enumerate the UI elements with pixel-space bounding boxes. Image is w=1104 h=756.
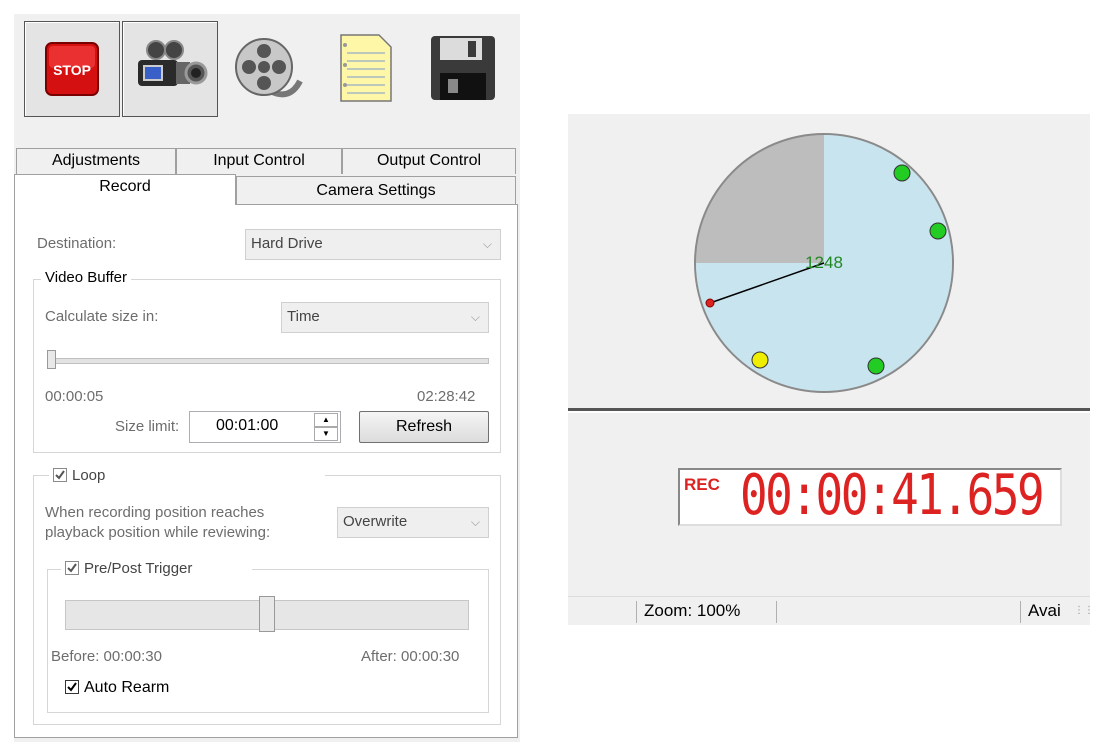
- auto-rearm-checkbox[interactable]: [65, 680, 79, 694]
- status-separator: [1020, 601, 1021, 623]
- tab-adjustments[interactable]: Adjustments: [16, 148, 176, 174]
- notes-button[interactable]: [318, 21, 412, 115]
- checkmark-icon: [67, 682, 77, 692]
- resize-grip-icon[interactable]: ⋮⋮: [1074, 605, 1094, 616]
- spin-up-button[interactable]: ▲: [314, 413, 338, 427]
- loop-checkbox[interactable]: [53, 468, 67, 482]
- trigger-before-label: Before: 00:00:30: [51, 648, 162, 665]
- buffer-slider-track[interactable]: [47, 358, 489, 364]
- tab-camera-settings[interactable]: Camera Settings: [236, 176, 516, 204]
- status-separator: [636, 601, 637, 623]
- film-reel-icon: [235, 38, 303, 98]
- checkmark-icon: [55, 470, 65, 480]
- stop-icon: STOP: [45, 42, 99, 96]
- notes-icon: [340, 34, 392, 102]
- tab-record[interactable]: Record: [14, 174, 236, 205]
- marker-yellow: [751, 351, 769, 369]
- marker-green-3: [867, 357, 885, 375]
- spin-down-button[interactable]: ▼: [314, 427, 338, 441]
- marker-green-2: [929, 222, 947, 240]
- avail-status: Avai: [1028, 601, 1061, 620]
- status-bar: Zoom: 100% Avai ⋮⋮: [568, 596, 1094, 625]
- playback-status-panel: 1248 REC 00:00:41.659 Zoom: 100% Avai ⋮⋮: [568, 114, 1094, 625]
- rec-time: 00:00:41.659: [740, 463, 1045, 528]
- clock-center-value: 1248: [805, 253, 843, 272]
- video-camera-button[interactable]: [122, 21, 218, 117]
- buffer-clock: 1248: [694, 133, 954, 393]
- chevron-down-icon: ⌵: [470, 515, 480, 529]
- status-separator: [776, 601, 777, 623]
- buffer-min-label: 00:00:05: [45, 388, 104, 405]
- save-button[interactable]: [416, 21, 510, 115]
- video-camera-icon: [138, 40, 208, 86]
- buffer-max-label: 02:28:42: [417, 388, 476, 405]
- position-marker-red: [705, 298, 715, 308]
- calculate-size-label: Calculate size in:: [45, 308, 159, 325]
- checkmark-icon: [67, 563, 77, 573]
- loop-header: Loop: [49, 467, 326, 484]
- auto-rearm-option[interactable]: Auto Rearm: [65, 679, 169, 697]
- refresh-button[interactable]: Refresh: [359, 411, 489, 443]
- loop-label: Loop: [72, 467, 106, 484]
- destination-value: Hard Drive: [251, 235, 323, 252]
- trigger-after-label: After: 00:00:30: [361, 648, 460, 665]
- size-limit-spinbox[interactable]: 00:01:00 ▲ ▼: [189, 411, 341, 443]
- trigger-label: Pre/Post Trigger: [84, 560, 193, 577]
- loop-description: When recording position reaches playback…: [45, 504, 271, 541]
- rec-indicator: REC: [684, 475, 720, 494]
- calculate-size-select[interactable]: Time ⌵: [281, 302, 489, 333]
- zoom-status: Zoom: 100%: [644, 601, 741, 620]
- tab-input-control[interactable]: Input Control: [176, 148, 342, 174]
- chevron-down-icon: ⌵: [482, 237, 492, 251]
- size-limit-label: Size limit:: [115, 418, 180, 435]
- trigger-header: Pre/Post Trigger: [61, 560, 253, 577]
- panel-divider-highlight: [568, 411, 1090, 413]
- video-buffer-title: Video Buffer: [41, 269, 132, 286]
- loop-mode-select[interactable]: Overwrite ⌵: [337, 507, 489, 538]
- tab-output-control[interactable]: Output Control: [342, 148, 516, 174]
- size-limit-value: 00:01:00: [216, 417, 279, 434]
- marker-green-1: [893, 164, 911, 182]
- calculate-size-value: Time: [287, 308, 320, 325]
- record-settings-panel: STOP Adjustments Input Control Output Co…: [14, 14, 520, 742]
- destination-select[interactable]: Hard Drive ⌵: [245, 229, 501, 260]
- trigger-checkbox[interactable]: [65, 561, 79, 575]
- trigger-slider-thumb[interactable]: [259, 596, 275, 632]
- svg-text:STOP: STOP: [53, 62, 91, 78]
- chevron-down-icon: ⌵: [470, 310, 480, 324]
- recording-time-display: REC 00:00:41.659: [678, 464, 1062, 528]
- stop-button[interactable]: STOP: [24, 21, 120, 117]
- loop-mode-value: Overwrite: [343, 513, 408, 530]
- record-tab-panel: Destination: Hard Drive ⌵ Video Buffer C…: [14, 204, 518, 738]
- auto-rearm-label: Auto Rearm: [84, 679, 170, 696]
- film-reel-button[interactable]: [220, 21, 314, 115]
- floppy-disk-icon: [431, 36, 495, 100]
- buffer-slider-thumb[interactable]: [47, 350, 56, 369]
- destination-label: Destination:: [37, 235, 117, 252]
